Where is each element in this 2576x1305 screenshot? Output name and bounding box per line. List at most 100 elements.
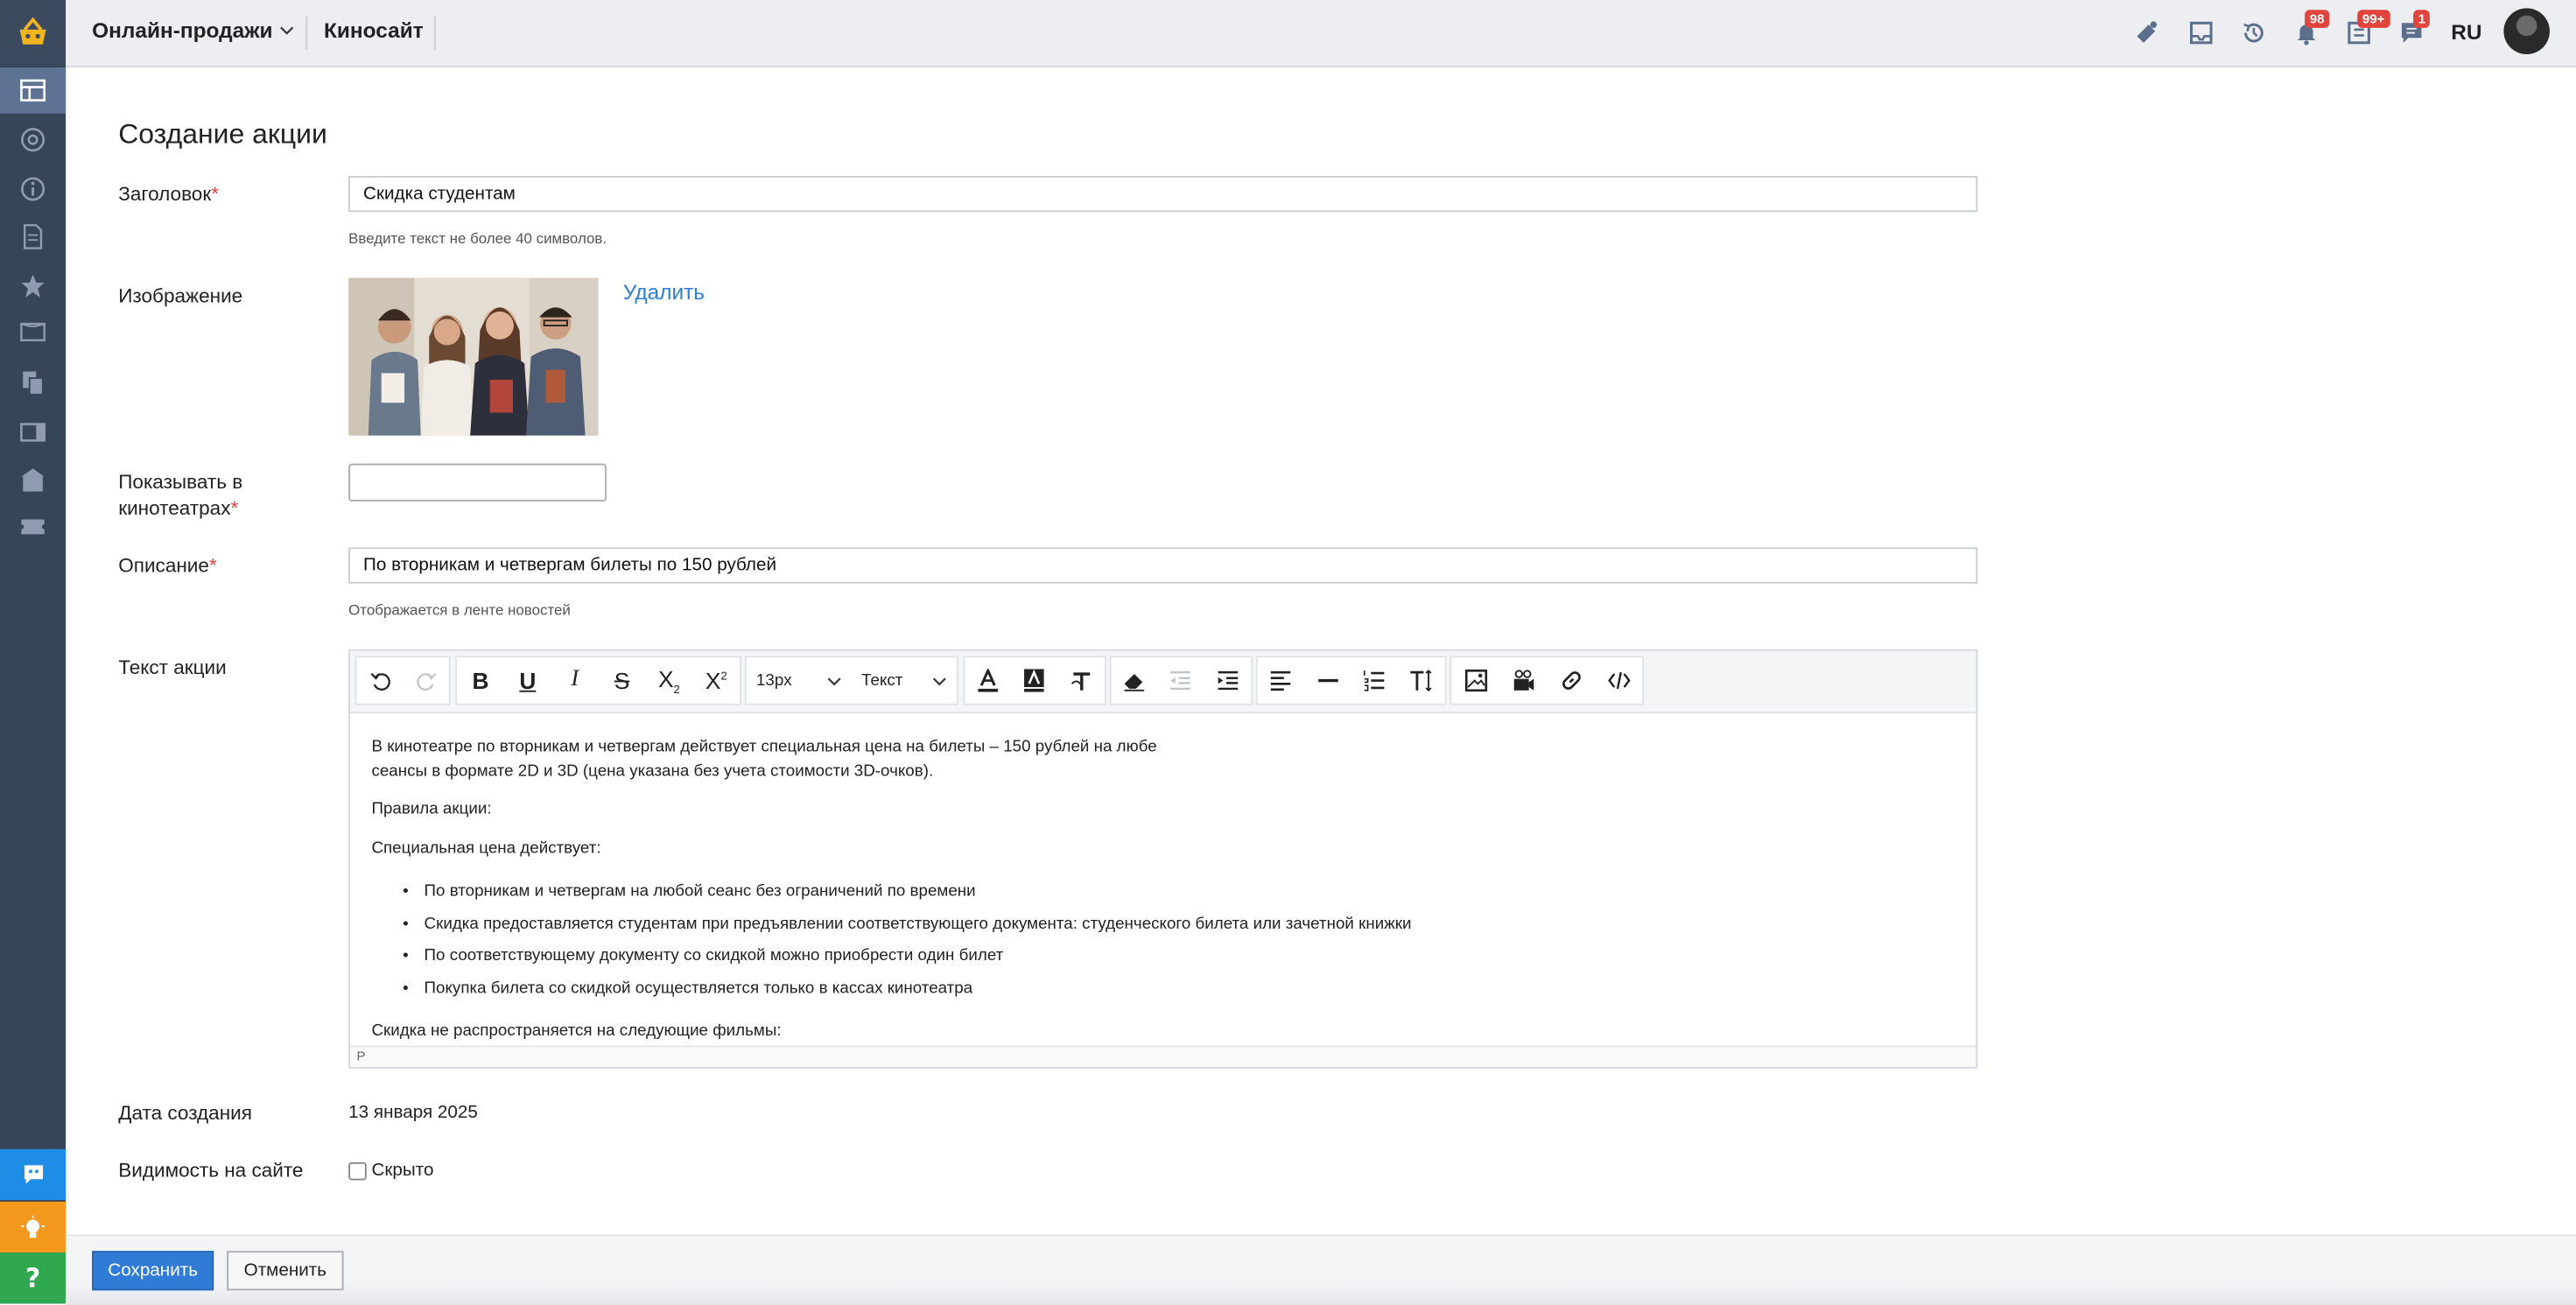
insert-video-button[interactable] <box>1499 657 1547 704</box>
created-date: 13 января 2025 <box>348 1103 478 1123</box>
video-icon <box>1513 670 1534 691</box>
messages-button[interactable]: 1 <box>2395 10 2431 50</box>
format-group: B U I S X2 X2 <box>455 656 742 705</box>
sidebar-help-button[interactable]: ? <box>0 1252 67 1304</box>
font-size-select[interactable]: 13px <box>747 657 852 704</box>
clear-format-button[interactable] <box>1112 657 1158 704</box>
text-transform-button[interactable] <box>1058 657 1105 704</box>
sidebar-item-info[interactable] <box>0 166 66 213</box>
sidebar-item-tickets[interactable] <box>0 503 66 550</box>
cinemas-label: Показывать в кинотеатрах* <box>118 468 242 521</box>
outdent-button[interactable] <box>1158 657 1204 704</box>
site-name[interactable]: Киносайт <box>324 18 424 43</box>
save-button[interactable]: Сохранить <box>92 1251 214 1291</box>
app-switcher[interactable]: Онлайн-продажи <box>92 18 294 43</box>
cancel-button[interactable]: Отменить <box>227 1251 344 1291</box>
sidebar-item-screens[interactable] <box>0 309 66 355</box>
redo-button[interactable] <box>403 657 449 704</box>
megaphone-icon <box>2137 21 2158 43</box>
text-color-button[interactable] <box>965 657 1011 704</box>
language-switcher[interactable]: RU <box>2451 20 2481 45</box>
created-label: Дата создания <box>118 1101 252 1125</box>
source-code-button[interactable] <box>1595 657 1642 704</box>
body-label: Текст акции <box>118 656 227 679</box>
required-mark: * <box>211 182 219 206</box>
line-height-button[interactable] <box>1398 657 1445 704</box>
italic-button[interactable]: I <box>551 657 599 704</box>
app-logo[interactable] <box>0 0 67 67</box>
align-button[interactable] <box>1258 657 1305 704</box>
image-label: Изображение <box>118 284 243 308</box>
delete-image-link[interactable]: Удалить <box>623 279 705 304</box>
undo-button[interactable] <box>357 657 404 704</box>
indent-button[interactable] <box>1204 657 1251 704</box>
tasks-badge: 99+ <box>2357 10 2390 28</box>
background-color-button[interactable] <box>1012 657 1058 704</box>
chevron-down-icon <box>932 677 946 685</box>
history-button[interactable] <box>2237 17 2271 50</box>
title-label: Заголовок* <box>118 181 219 207</box>
rich-text-editor: B U I S X2 X2 13px Текст В кинотеатре по… <box>348 649 1978 1069</box>
sidebar-item-documents[interactable] <box>0 214 66 260</box>
lightbulb-icon <box>21 1214 45 1238</box>
editor-content[interactable]: В кинотеатре по вторникам и четвергам де… <box>350 713 1976 1044</box>
hidden-checkbox-label[interactable]: Скрыто <box>371 1161 433 1181</box>
strikethrough-button[interactable]: S <box>599 657 646 704</box>
messages-badge: 1 <box>2413 10 2431 28</box>
outdent-icon <box>1171 670 1191 691</box>
insert-image-button[interactable] <box>1451 657 1499 704</box>
editor-statusbar: P <box>350 1045 1976 1067</box>
sidebar-item-copies[interactable] <box>0 360 66 406</box>
color-group <box>963 656 1106 705</box>
block-format-select[interactable]: Текст <box>852 657 957 704</box>
notifications-button[interactable]: 98 <box>2290 10 2330 50</box>
form-footer: Сохранить Отменить <box>66 1234 2576 1305</box>
redo-icon <box>416 672 436 690</box>
cinemas-label-line1: Показывать в <box>118 470 243 494</box>
chat-icon <box>23 1165 43 1184</box>
inbox-button[interactable] <box>2185 17 2218 50</box>
eraser-icon <box>1124 674 1145 691</box>
inbox-icon <box>2190 21 2213 45</box>
title-input[interactable]: Скидка студентам <box>348 175 1978 213</box>
bold-button[interactable]: B <box>457 657 504 704</box>
sidebar-item-mail[interactable] <box>0 116 66 163</box>
announcements-button[interactable] <box>2130 17 2164 50</box>
sidebar-ideas-button[interactable] <box>0 1201 67 1253</box>
chevron-down-icon <box>279 26 294 35</box>
title-hint: Введите текст не более 40 символов. <box>348 229 607 247</box>
basket-icon <box>19 17 46 45</box>
undo-icon <box>369 672 390 690</box>
list-button[interactable] <box>1351 657 1399 704</box>
description-label: Описание* <box>118 552 216 579</box>
help-icon: ? <box>25 1262 41 1294</box>
list-item: По вторникам и четвергам на любой сеанс … <box>403 880 1411 912</box>
document-icon <box>23 224 43 249</box>
underline-icon: U <box>519 667 537 694</box>
title-label-text: Заголовок <box>118 182 212 206</box>
align-left-icon <box>1271 670 1291 691</box>
ordered-list-icon <box>1364 670 1385 691</box>
sidebar-item-cinemas[interactable] <box>0 457 66 503</box>
avatar[interactable] <box>2503 8 2550 54</box>
description-input[interactable]: По вторникам и четвергам билеты по 150 р… <box>348 547 1978 584</box>
sidebar-chat-button[interactable] <box>0 1148 67 1201</box>
star-icon <box>21 274 45 298</box>
required-mark: * <box>208 553 217 578</box>
clean-group <box>1109 656 1253 705</box>
history-group <box>354 656 451 705</box>
superscript-button[interactable]: X2 <box>692 657 740 704</box>
hidden-checkbox[interactable] <box>348 1161 367 1181</box>
editor-toolbar: B U I S X2 X2 13px Текст <box>350 650 1976 714</box>
cinemas-select[interactable] <box>348 463 607 502</box>
sidebar-item-dashboard[interactable] <box>0 67 67 114</box>
underline-button[interactable]: U <box>504 657 551 704</box>
tasks-button[interactable]: 99+ <box>2342 10 2390 50</box>
sidebar-item-favorites[interactable] <box>0 263 66 309</box>
insert-link-button[interactable] <box>1547 657 1594 704</box>
sidebar-item-panel[interactable] <box>0 410 66 456</box>
editor-paragraph: Правила акции: <box>371 800 492 819</box>
subscript-button[interactable]: X2 <box>646 657 693 704</box>
horizontal-rule-button[interactable] <box>1304 657 1351 704</box>
copy-icon <box>23 371 44 396</box>
